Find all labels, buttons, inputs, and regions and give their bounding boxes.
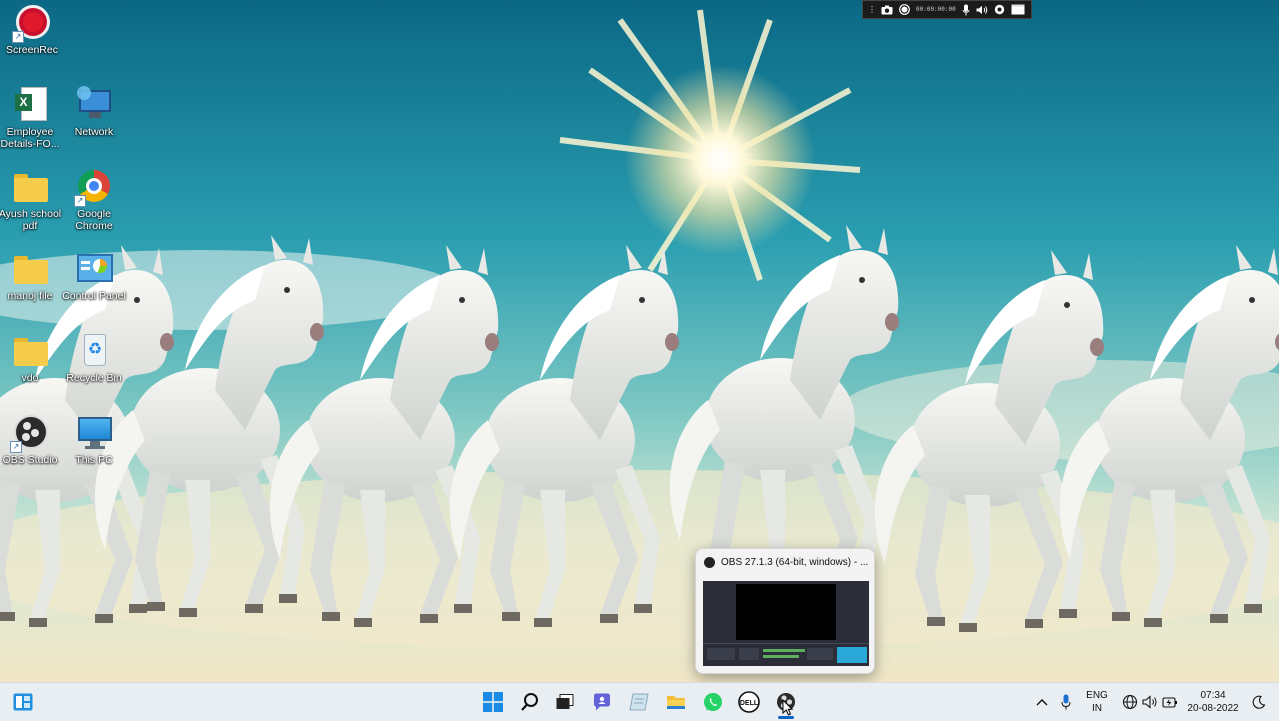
region-code: IN bbox=[1092, 703, 1102, 714]
preview-thumbnail[interactable] bbox=[703, 581, 869, 666]
wallpaper-horses-image bbox=[0, 0, 1279, 682]
network-status-button[interactable] bbox=[1119, 691, 1141, 713]
clock[interactable]: 07:34 20-08-2022 bbox=[1184, 689, 1242, 715]
desktop-icon-label: Ayush school pdf bbox=[0, 208, 62, 232]
moon-icon bbox=[1252, 695, 1266, 709]
chrome-icon: ↗ bbox=[74, 168, 113, 207]
desktop-icon-label: Recycle Bin bbox=[66, 372, 122, 384]
widgets-icon bbox=[13, 693, 33, 711]
folder-icon bbox=[11, 332, 49, 370]
obs-icon bbox=[704, 557, 715, 568]
screen-recorder-toolbar: ⋮ 00:00:00:00 bbox=[862, 0, 1032, 19]
desktop-icon-network[interactable]: Network bbox=[62, 86, 126, 138]
desktop-icon-label: manoj file bbox=[7, 290, 53, 302]
desktop-icon-google-chrome[interactable]: ↗ Google Chrome bbox=[62, 168, 126, 232]
desktop-icon-screenrec[interactable]: ↗ ScreenRec bbox=[0, 4, 64, 56]
active-app-indicator bbox=[778, 716, 794, 719]
battery-button[interactable] bbox=[1159, 691, 1181, 713]
desktop-icon-employee-details[interactable]: X Employee Details-FO... bbox=[0, 86, 62, 150]
taskbar: DELL ENG IN 07:34 20-08-2022 bbox=[0, 682, 1279, 721]
screenrec-icon: ↗ bbox=[12, 4, 51, 43]
desktop-icon-label: This PC bbox=[75, 454, 113, 466]
volume-button[interactable] bbox=[1139, 691, 1161, 713]
notepad-icon bbox=[629, 693, 649, 711]
tray-microphone-button[interactable] bbox=[1055, 691, 1077, 713]
taskbar-window-preview[interactable]: OBS 27.1.3 (64-bit, windows) - ... bbox=[695, 548, 875, 674]
network-icon bbox=[75, 86, 113, 124]
show-hidden-icons-button[interactable] bbox=[1031, 691, 1053, 713]
search-button[interactable] bbox=[519, 691, 541, 713]
dell-icon: DELL bbox=[738, 691, 760, 713]
globe-icon bbox=[1122, 694, 1138, 710]
window-icon[interactable] bbox=[1011, 4, 1025, 16]
folder-icon bbox=[11, 250, 49, 288]
mouse-pointer-icon bbox=[782, 699, 793, 716]
battery-charging-icon bbox=[1162, 697, 1177, 708]
desktop-icon-label: Network bbox=[74, 126, 114, 138]
microphone-icon[interactable] bbox=[962, 4, 970, 16]
desktop-icon-recycle-bin[interactable]: ♻ Recycle Bin bbox=[62, 332, 126, 384]
camera-icon[interactable] bbox=[881, 4, 893, 16]
notifications-button[interactable] bbox=[1248, 691, 1270, 713]
teams-chat-icon bbox=[594, 693, 610, 711]
desktop-icon-label: Control Panel bbox=[62, 290, 126, 302]
desktop-icon-label: OBS Studio bbox=[2, 454, 58, 466]
this-pc-icon bbox=[75, 414, 113, 452]
task-view-icon bbox=[556, 694, 574, 709]
desktop-icon-ayush-school-pdf[interactable]: Ayush school pdf bbox=[0, 168, 62, 232]
whatsapp-icon bbox=[704, 693, 722, 711]
file-explorer-icon bbox=[667, 696, 685, 709]
dell-button[interactable]: DELL bbox=[738, 691, 760, 713]
recording-timer: 00:00:00:00 bbox=[916, 6, 956, 13]
folder-icon bbox=[11, 168, 49, 206]
desktop-icon-vdo[interactable]: vdo bbox=[0, 332, 62, 384]
microphone-icon bbox=[1061, 694, 1071, 710]
start-icon bbox=[483, 692, 503, 712]
language-code: ENG bbox=[1086, 690, 1108, 701]
svg-text:DELL: DELL bbox=[740, 700, 759, 707]
language-indicator[interactable]: ENG IN bbox=[1082, 689, 1112, 715]
excel-file-icon: X bbox=[11, 86, 49, 124]
obs-icon: ↗ bbox=[10, 414, 49, 453]
record-icon[interactable] bbox=[899, 4, 910, 16]
desktop-icon-manoj-file[interactable]: manoj file bbox=[0, 250, 62, 302]
search-icon bbox=[521, 693, 538, 711]
webcam-icon[interactable] bbox=[994, 4, 1005, 16]
speaker-icon bbox=[1142, 695, 1157, 709]
recycle-bin-icon: ♻ bbox=[75, 332, 113, 370]
widgets-button[interactable] bbox=[12, 691, 34, 713]
desktop-icon-this-pc[interactable]: This PC bbox=[62, 414, 126, 466]
clock-date: 20-08-2022 bbox=[1187, 703, 1239, 714]
desktop-icon-label: Google Chrome bbox=[75, 208, 113, 232]
desktop-icon-control-panel[interactable]: Control Panel bbox=[62, 250, 126, 302]
notepad-button[interactable] bbox=[628, 691, 650, 713]
control-panel-icon bbox=[75, 250, 113, 288]
desktop-icon-label: vdo bbox=[21, 372, 39, 384]
chevron-up-icon bbox=[1036, 699, 1048, 706]
desktop-wallpaper bbox=[0, 0, 1279, 682]
task-view-button[interactable] bbox=[554, 691, 576, 713]
clock-time: 07:34 bbox=[1200, 690, 1226, 701]
desktop-icon-obs-studio[interactable]: ↗ OBS Studio bbox=[0, 414, 62, 466]
grip-icon[interactable]: ⋮ bbox=[868, 4, 876, 16]
whatsapp-button[interactable] bbox=[702, 691, 724, 713]
file-explorer-button[interactable] bbox=[665, 691, 687, 713]
desktop-icon-label: Employee Details-FO... bbox=[0, 126, 60, 150]
chat-button[interactable] bbox=[591, 691, 613, 713]
desktop-icon-label: ScreenRec bbox=[6, 44, 58, 56]
speaker-icon[interactable] bbox=[976, 4, 988, 16]
preview-window-title: OBS 27.1.3 (64-bit, windows) - ... bbox=[721, 557, 869, 568]
start-button[interactable] bbox=[482, 691, 504, 713]
